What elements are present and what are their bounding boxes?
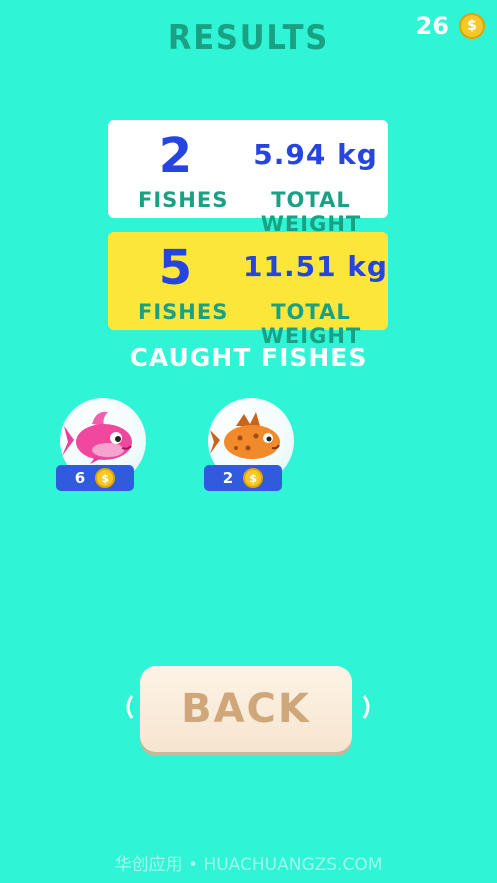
left-ornament-icon — [126, 695, 134, 719]
best-weight-label: TOTAL WEIGHT — [260, 300, 362, 348]
fish-value-badge: 6 $ — [56, 465, 134, 491]
best-total-weight: 11.51 kg — [243, 250, 388, 283]
back-button-wrap: BACK — [122, 666, 374, 756]
current-total-weight: 5.94 kg — [253, 138, 378, 171]
page-title: RESULTS — [167, 18, 330, 58]
right-ornament-icon — [362, 695, 370, 719]
caught-fishes-title: CAUGHT FISHES — [129, 343, 368, 372]
coin-icon: $ — [243, 468, 264, 488]
coin-icon: $ — [459, 13, 485, 39]
current-result-card: 2 5.94 kg FISHES TOTAL WEIGHT — [108, 120, 388, 236]
current-fish-count: 2 — [158, 128, 193, 184]
fish-value: 2 — [222, 469, 234, 487]
best-fishes-label: FISHES — [138, 300, 229, 324]
caught-fish-item: 6 $ — [56, 398, 148, 496]
caught-fish-item: 2 $ — [204, 398, 296, 496]
fish-value-badge: 2 $ — [204, 465, 282, 491]
current-weight-label: TOTAL WEIGHT — [260, 188, 362, 236]
best-result-card: 5 11.51 kg FISHES TOTAL WEIGHT — [108, 232, 388, 348]
fish-value: 6 — [74, 469, 86, 487]
coin-counter: 26 $ — [416, 12, 485, 40]
best-fish-count: 5 — [158, 240, 193, 296]
coin-count: 26 — [415, 12, 449, 40]
watermark: 华创应用 • HUACHUANGZS.COM — [114, 855, 383, 875]
back-button[interactable]: BACK — [140, 666, 352, 752]
current-fishes-label: FISHES — [138, 188, 229, 212]
coin-icon: $ — [95, 468, 116, 488]
